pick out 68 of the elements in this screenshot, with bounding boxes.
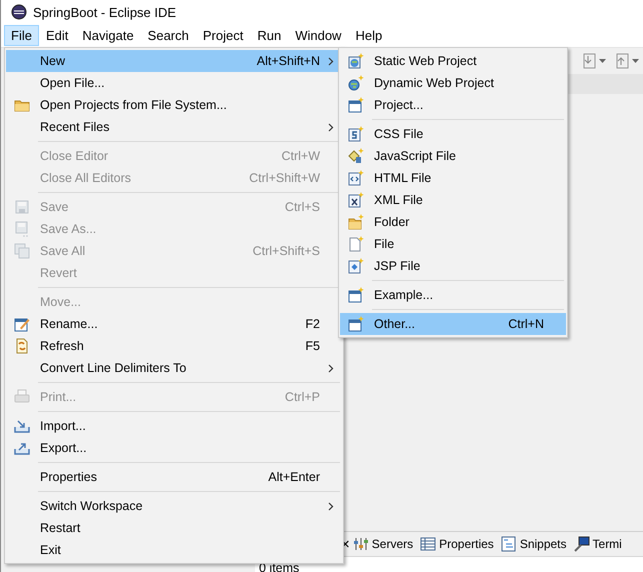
- menu-item[interactable]: Open File...: [6, 72, 342, 94]
- file-icon: [348, 236, 364, 252]
- menu-bar-item[interactable]: Edit: [38, 25, 76, 46]
- menu-item[interactable]: CSS File: [340, 123, 566, 145]
- panel-tab[interactable]: Properties: [420, 536, 494, 552]
- pencil-window-icon: [14, 316, 30, 332]
- floppy-disks-icon: [14, 243, 30, 259]
- window-title: SpringBoot - Eclipse IDE: [33, 4, 176, 20]
- menu-item[interactable]: Restart: [6, 517, 342, 539]
- table-icon: [420, 536, 436, 552]
- window-icon: [348, 287, 364, 303]
- menu-item[interactable]: Export...: [6, 437, 342, 459]
- menu-item[interactable]: Properties Alt+Enter: [6, 466, 342, 488]
- chevron-right-icon: [328, 122, 334, 132]
- panel-tab[interactable]: Servers: [352, 536, 414, 552]
- menu-item[interactable]: Folder: [340, 211, 566, 233]
- menu-item[interactable]: JSP File: [340, 255, 566, 277]
- menu-item[interactable]: Project...: [340, 94, 566, 116]
- menu-item[interactable]: Open Projects from File System...: [6, 94, 342, 116]
- menu-item[interactable]: JavaScript File: [340, 145, 566, 167]
- menu-bar-item[interactable]: Search: [140, 25, 196, 46]
- menu-item[interactable]: Convert Line Delimiters To: [6, 357, 342, 379]
- menu-item[interactable]: Dynamic Web Project: [340, 72, 566, 94]
- menu-item[interactable]: Rename... F2: [6, 313, 342, 335]
- menu-item[interactable]: HTML File: [340, 167, 566, 189]
- document-up-icon: [614, 53, 630, 69]
- panel-tab[interactable]: Termi: [574, 536, 622, 552]
- window-icon: [348, 316, 364, 332]
- chevron-right-icon: [328, 364, 334, 372]
- menu-bar-item[interactable]: File: [4, 25, 39, 46]
- menu-item[interactable]: Other... Ctrl+N: [340, 313, 566, 335]
- html-file-icon: [348, 170, 364, 186]
- jsp-file-icon: [348, 258, 364, 274]
- import-icon: [14, 418, 30, 434]
- menu-bar-item[interactable]: Navigate: [75, 25, 141, 46]
- menu-item[interactable]: Example...: [340, 284, 566, 306]
- menu-item[interactable]: Switch Workspace: [6, 495, 342, 517]
- document-arrows-icon: [14, 338, 30, 354]
- menu-bar-item[interactable]: Help: [348, 25, 390, 46]
- xml-file-icon: [348, 192, 364, 208]
- menu-bar-item[interactable]: Run: [250, 25, 288, 46]
- menu-item[interactable]: File: [340, 233, 566, 255]
- dropdown-icon: [599, 59, 606, 63]
- menu-item[interactable]: Refresh F5: [6, 335, 342, 357]
- globe-icon: [348, 75, 364, 91]
- css-file-icon: [348, 126, 364, 142]
- menu-item[interactable]: Recent Files: [6, 116, 342, 138]
- menu-item[interactable]: Exit: [6, 539, 342, 561]
- window-icon: [348, 97, 364, 113]
- snippet-icon: [500, 536, 517, 552]
- javascript-file-icon: [348, 148, 364, 164]
- printer-icon: [14, 389, 30, 405]
- menu-bar-item[interactable]: Project: [196, 25, 250, 46]
- document-down-icon: [581, 53, 597, 69]
- chevron-right-icon: [328, 56, 334, 66]
- eclipse-logo-icon: [11, 4, 27, 20]
- menu-item[interactable]: Import...: [6, 415, 342, 437]
- folder-icon: [348, 214, 364, 230]
- sliders-icon: [352, 536, 369, 552]
- panel-tab[interactable]: Snippets: [500, 536, 567, 552]
- chevron-right-icon: [328, 502, 334, 510]
- menu-bar-item[interactable]: Window: [288, 25, 348, 46]
- menu-item[interactable]: Static Web Project: [340, 50, 566, 72]
- menu-item[interactable]: XML File: [340, 189, 566, 211]
- dropdown-icon: [632, 59, 639, 63]
- globe-window-icon: [348, 53, 364, 69]
- floppy-disk-icon: [14, 221, 30, 237]
- terminal-icon: [574, 536, 590, 552]
